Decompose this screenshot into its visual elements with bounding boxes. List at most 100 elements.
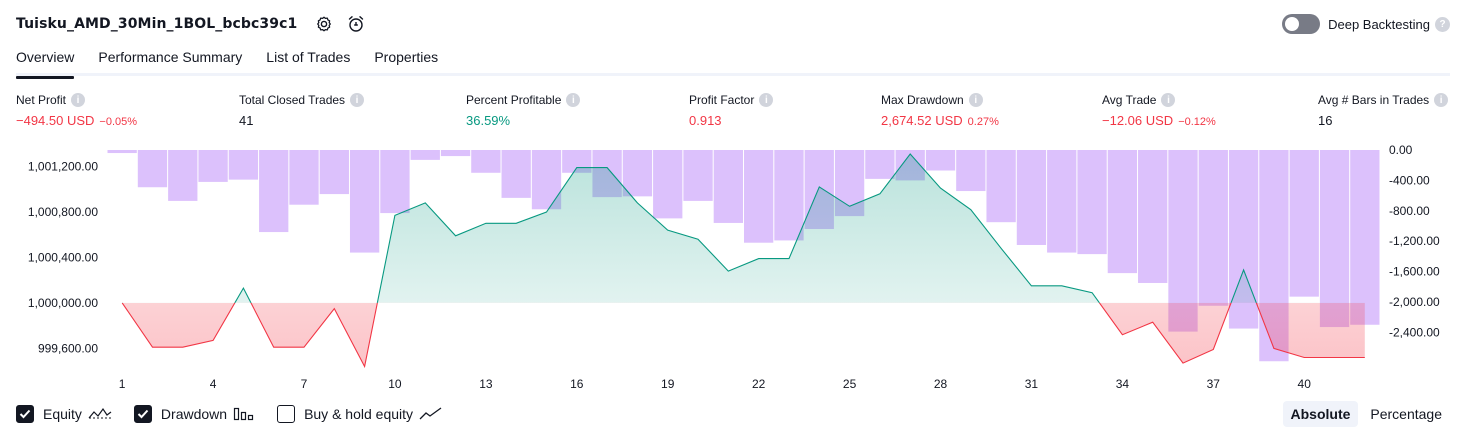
y-left-tick-label: 1,000,000.00 <box>28 296 98 310</box>
metric-total-closed-trades: Total Closed Trades i 41 <box>239 93 365 128</box>
drawdown-bar <box>289 150 319 205</box>
drawdown-bar <box>319 150 349 195</box>
info-icon[interactable]: i <box>1161 93 1176 107</box>
metric-value: −494.50 USD <box>16 113 95 128</box>
toggle-knob <box>1285 17 1300 31</box>
drawdown-bar <box>1138 150 1168 283</box>
metric-value: 36.59% <box>466 113 511 128</box>
drawdown-bar <box>1350 150 1380 325</box>
info-icon[interactable]: i <box>566 93 581 107</box>
equity-line-icon <box>88 406 112 422</box>
metric-label: Avg # Bars in Trades <box>1318 93 1430 107</box>
drawdown-bar <box>1077 150 1107 255</box>
drawdown-bar <box>501 150 531 198</box>
x-tick-label: 34 <box>1116 377 1130 391</box>
y-right-tick-label: -2,400.00 <box>1389 325 1440 339</box>
y-left-tick-label: 1,000,400.00 <box>28 250 98 264</box>
metric-percent: −0.12% <box>1178 116 1216 128</box>
x-tick-label: 13 <box>479 377 493 391</box>
metric-net-profit: Net Profit i −494.50 USD −0.05% <box>16 93 137 128</box>
drawdown-bar <box>713 150 743 223</box>
metric-value: 2,674.52 USD <box>881 113 963 128</box>
x-tick-label: 22 <box>752 377 766 391</box>
metric-label: Max Drawdown <box>881 93 964 107</box>
drawdown-bar <box>986 150 1016 223</box>
metric-label: Percent Profitable <box>466 93 562 107</box>
y-right-tick-label: -800.00 <box>1389 204 1430 218</box>
info-icon[interactable]: i <box>71 93 86 107</box>
info-icon[interactable]: i <box>350 93 365 107</box>
metric-label: Avg Trade <box>1102 93 1157 107</box>
metric-avg-trade: Avg Trade i −12.06 USD −0.12% <box>1102 93 1216 128</box>
x-tick-label: 31 <box>1025 377 1039 391</box>
info-icon[interactable]: i <box>759 93 774 107</box>
drawdown-bar <box>683 150 713 201</box>
percentage-button[interactable]: Percentage <box>1362 401 1450 427</box>
drawdown-bar <box>1047 150 1077 253</box>
view-mode-switch: Absolute Percentage <box>1279 401 1451 427</box>
metric-value: 41 <box>239 113 254 128</box>
y-right-tick-label: 0.00 <box>1389 143 1413 157</box>
x-tick-label: 7 <box>301 377 308 391</box>
buy-hold-line-icon <box>419 406 443 422</box>
y-right-tick-label: -400.00 <box>1389 173 1430 187</box>
drawdown-bar <box>440 150 471 157</box>
x-tick-label: 25 <box>843 377 857 391</box>
drawdown-bar <box>1198 150 1228 306</box>
report-tabs: Overview Performance Summary List of Tra… <box>16 46 1450 79</box>
drawdown-bar <box>925 150 956 171</box>
metric-label: Profit Factor <box>689 93 755 107</box>
drawdown-bar <box>1319 150 1350 328</box>
drawdown-bars-icon <box>233 406 255 422</box>
legend-drawdown[interactable]: Drawdown <box>133 405 255 423</box>
x-tick-label: 28 <box>934 377 948 391</box>
metric-profit-factor: Profit Factor i 0.913 <box>689 93 774 128</box>
y-right-tick-label: -1,200.00 <box>1389 234 1440 248</box>
alarm-clock-add-icon[interactable] <box>343 11 369 37</box>
drawdown-bar <box>774 150 804 241</box>
legend-buy-hold[interactable]: Buy & hold equity <box>277 405 443 423</box>
drawdown-bar <box>168 150 198 201</box>
info-icon[interactable]: i <box>1434 93 1449 107</box>
drawdown-bar <box>259 150 289 233</box>
drawdown-bar <box>107 150 137 154</box>
metric-value: −12.06 USD <box>1102 113 1174 128</box>
tab-list-of-trades[interactable]: List of Trades <box>266 46 350 76</box>
drawdown-bar <box>653 150 683 219</box>
tab-properties[interactable]: Properties <box>374 46 438 76</box>
drawdown-bar <box>380 150 410 214</box>
drawdown-bar <box>622 150 653 197</box>
drawdown-bar <box>137 150 168 188</box>
y-left-tick-label: 1,000,800.00 <box>28 205 98 219</box>
tab-performance-summary[interactable]: Performance Summary <box>98 46 242 76</box>
metric-label: Net Profit <box>16 93 67 107</box>
metric-avg-bars-in-trades: Avg # Bars in Trades i 16 <box>1318 93 1449 128</box>
x-tick-label: 16 <box>570 377 584 391</box>
equity-drawdown-chart[interactable]: 1,001,200.00 1,000,800.00 1,000,400.00 1,00… <box>0 140 1466 395</box>
tab-overview[interactable]: Overview <box>16 46 75 79</box>
drawdown-bar <box>956 150 986 192</box>
metric-label: Total Closed Trades <box>239 93 346 107</box>
legend-label: Buy & hold equity <box>304 406 414 422</box>
x-tick-label: 19 <box>661 377 675 391</box>
x-tick-label: 10 <box>388 377 402 391</box>
legend-equity[interactable]: Equity <box>16 405 112 423</box>
gear-icon[interactable] <box>311 11 337 37</box>
equity-checkbox[interactable] <box>16 405 34 423</box>
info-icon[interactable]: i <box>968 93 983 107</box>
metric-max-drawdown: Max Drawdown i 2,674.52 USD 0.27% <box>881 93 999 128</box>
y-left-tick-label: 1,001,200.00 <box>28 159 98 173</box>
buy-hold-checkbox[interactable] <box>277 405 296 423</box>
drawdown-bar <box>198 150 228 182</box>
deep-backtesting-toggle[interactable] <box>1282 14 1321 34</box>
metric-value: 16 <box>1318 113 1333 128</box>
legend-label: Drawdown <box>160 406 228 422</box>
absolute-button[interactable]: Absolute <box>1282 401 1359 427</box>
x-tick-label: 4 <box>210 377 217 391</box>
drawdown-checkbox[interactable] <box>133 405 152 423</box>
y-left-tick-label: 999,600.00 <box>38 341 98 355</box>
metric-percent-profitable: Percent Profitable i 36.59% <box>466 93 581 128</box>
help-icon[interactable]: ? <box>1435 16 1450 32</box>
drawdown-bar <box>410 150 440 160</box>
drawdown-bar <box>228 150 259 180</box>
